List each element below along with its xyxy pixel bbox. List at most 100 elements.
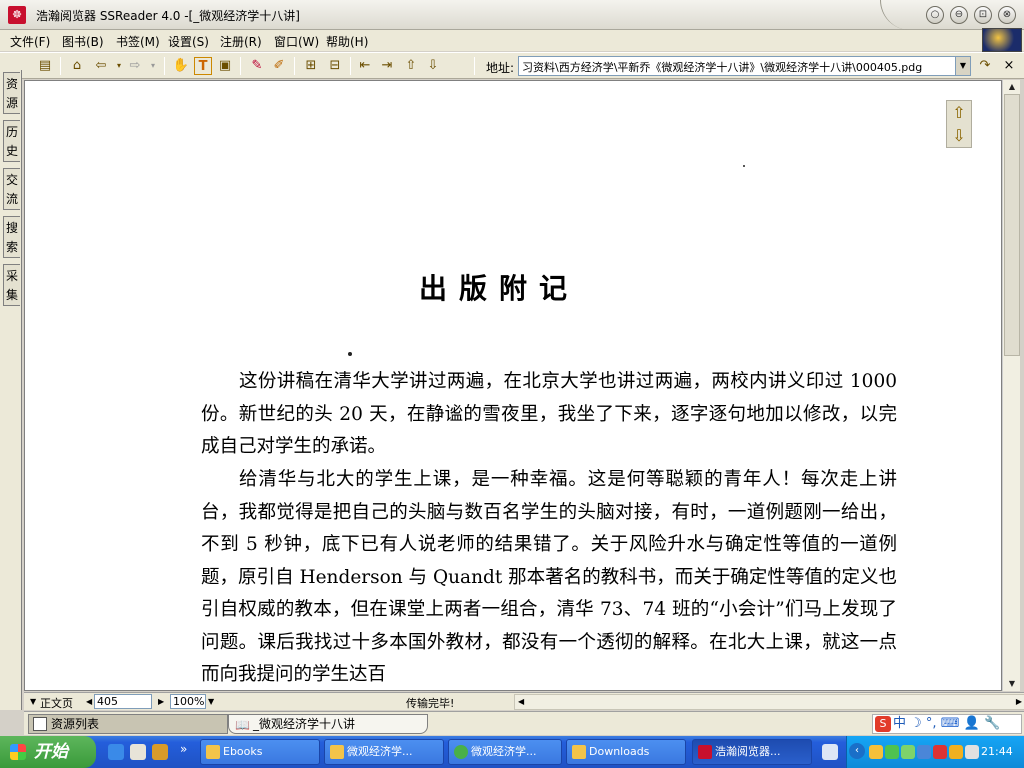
show-desktop-icon[interactable] xyxy=(130,744,146,760)
last-page-icon[interactable]: ⇥ xyxy=(378,57,396,75)
tab-book[interactable]: 📖 _微观经济学十八讲 xyxy=(228,714,428,734)
toolbar-separator xyxy=(164,57,165,75)
page-number-input[interactable]: 405 xyxy=(94,694,152,709)
taskbar-button-folder[interactable]: 微观经济学... xyxy=(324,739,444,765)
prev-page-icon[interactable]: ◀ xyxy=(86,697,92,706)
sidebar-tab-exchange[interactable]: 交流 xyxy=(3,168,20,210)
sidebar-tab-history[interactable]: 历史 xyxy=(3,120,20,162)
scroll-right-icon[interactable]: ▶ xyxy=(1016,697,1022,706)
sidebar-tab-collect[interactable]: 采集 xyxy=(3,264,20,306)
quicklaunch-app-icon[interactable] xyxy=(152,744,168,760)
quicklaunch-chevron-icon[interactable]: » xyxy=(180,742,187,756)
tray-expand-icon[interactable]: ‹ xyxy=(849,743,865,759)
page-down-arrow-icon[interactable]: ⇩ xyxy=(947,124,971,147)
tray-app-icon[interactable] xyxy=(933,745,947,759)
sidebar-tab-resources[interactable]: 资源 xyxy=(3,72,20,114)
scroll-left-icon[interactable]: ◀ xyxy=(518,697,524,706)
sidebar-tabs: 资源 历史 交流 搜索 采集 xyxy=(0,70,22,710)
maximize-button[interactable]: ⊡ xyxy=(974,6,992,24)
tab-resource-list[interactable]: 资源列表 xyxy=(28,714,228,734)
close-icon: ⊗ xyxy=(1002,9,1012,20)
toolbar-separator xyxy=(60,57,61,75)
zoom-dropdown-icon[interactable]: ▼ xyxy=(208,697,214,706)
keyboard-icon[interactable]: ⌨ xyxy=(941,716,960,731)
text-select-icon[interactable]: T xyxy=(194,57,212,75)
fit-page-icon[interactable]: ⊟ xyxy=(326,57,344,75)
fit-width-icon[interactable]: ⊞ xyxy=(302,57,320,75)
annotate-icon[interactable]: ✎ xyxy=(248,57,266,75)
sogou-ime-icon: S xyxy=(875,716,891,732)
go-icon[interactable]: ↷ xyxy=(976,57,994,75)
taskbar-button-ssreader[interactable]: 浩瀚阅览器... xyxy=(692,739,812,765)
hand-tool-icon[interactable]: ✋ xyxy=(172,57,190,75)
back-icon[interactable]: ⇦ xyxy=(92,57,110,75)
tray-app-icon[interactable] xyxy=(869,745,883,759)
page-up-icon[interactable]: ⇧ xyxy=(402,57,420,75)
folder-icon xyxy=(206,745,220,759)
taskbar-button-label: 微观经济学... xyxy=(471,745,537,758)
taskbar-button-downloads[interactable]: Downloads xyxy=(566,739,686,765)
contents-icon[interactable]: ▤ xyxy=(36,57,54,75)
menu-book[interactable]: 图书(B) xyxy=(62,33,104,50)
tray-app-icon[interactable] xyxy=(885,745,899,759)
ime-status: 中 ☽ °, xyxy=(893,716,937,731)
wrench-icon[interactable]: 🔧 xyxy=(984,716,1000,731)
maximize-icon: ⊡ xyxy=(978,9,988,20)
document-page[interactable]: 出版附记 这份讲稿在清华大学讲过两遍，在北京大学也讲过两遍，两校内讲义印过 10… xyxy=(24,80,1002,691)
taskbar-button-browser[interactable]: 微观经济学... xyxy=(448,739,562,765)
menu-help[interactable]: 帮助(H) xyxy=(326,33,368,50)
address-input[interactable]: 习资料\西方经济学\平新乔《微观经济学十八讲》\微观经济学十八讲\000405.… xyxy=(518,56,958,76)
address-dropdown-icon[interactable]: ▼ xyxy=(955,56,971,76)
toolbar-separator xyxy=(240,57,241,75)
zoom-select[interactable]: 100% xyxy=(170,694,206,709)
restore-button[interactable]: ⊖ xyxy=(950,6,968,24)
close-address-icon[interactable]: × xyxy=(1000,57,1018,75)
horizontal-scrollbar[interactable]: ◀ ▶ xyxy=(514,694,1024,710)
tray-volume-icon[interactable] xyxy=(965,745,979,759)
page-down-icon[interactable]: ⇩ xyxy=(424,57,442,75)
tray-security-icon[interactable] xyxy=(949,745,963,759)
scroll-thumb[interactable] xyxy=(1004,94,1020,356)
ime-toolbar[interactable]: S中 ☽ °, ⌨ 👤 🔧 xyxy=(872,714,1022,734)
tray-shield-icon[interactable] xyxy=(917,745,931,759)
input-language-icon[interactable] xyxy=(822,744,838,760)
page-up-arrow-icon[interactable]: ⇧ xyxy=(947,101,971,124)
minimize-button[interactable]: ○ xyxy=(926,6,944,24)
menu-bookmark[interactable]: 书签(M) xyxy=(116,33,160,50)
ssreader-app-icon[interactable]: ☸ xyxy=(8,6,26,24)
close-button[interactable]: ⊗ xyxy=(998,6,1016,24)
page-mode-dropdown-icon[interactable]: ▼ xyxy=(30,697,36,706)
forward-icon[interactable]: ⇨ xyxy=(126,57,144,75)
vertical-scrollbar[interactable]: ▲ ▼ xyxy=(1002,80,1020,691)
scroll-down-icon[interactable]: ▼ xyxy=(1004,677,1020,691)
tray-app-icon[interactable] xyxy=(901,745,915,759)
document-paragraph: 这份讲稿在清华大学讲过两遍，在北京大学也讲过两遍，两校内讲义印过 1000 份。… xyxy=(201,371,897,457)
taskbar-button-label: Ebooks xyxy=(223,745,263,758)
clock[interactable]: 21:44 xyxy=(981,745,1013,758)
start-button[interactable]: 开始 xyxy=(0,736,96,768)
highlighter-icon[interactable]: ✐ xyxy=(270,57,288,75)
sidebar-tab-search[interactable]: 搜索 xyxy=(3,216,20,258)
taskbar-button-label: 浩瀚阅览器... xyxy=(715,745,781,758)
ie-icon[interactable] xyxy=(108,744,124,760)
menu-window[interactable]: 窗口(W) xyxy=(274,33,319,50)
tab-book-label: _微观经济学十八讲 xyxy=(253,717,356,731)
region-select-icon[interactable]: ▣ xyxy=(216,57,234,75)
first-page-icon[interactable]: ⇤ xyxy=(356,57,374,75)
menu-settings[interactable]: 设置(S) xyxy=(168,33,209,50)
ssreader-icon xyxy=(698,745,712,759)
title-bar: ☸ 浩瀚阅览器 SSReader 4.0 -[_微观经济学十八讲] ○ ⊖ ⊡ … xyxy=(0,0,1024,30)
forward-dropdown-icon[interactable]: ▾ xyxy=(144,57,162,75)
menu-file[interactable]: 文件(F) xyxy=(10,33,50,50)
home-icon[interactable]: ⌂ xyxy=(68,57,86,75)
page-mode-select[interactable]: 正文页 xyxy=(40,695,73,711)
user-icon[interactable]: 👤 xyxy=(964,716,980,731)
browser-icon xyxy=(454,745,468,759)
next-page-icon[interactable]: ▶ xyxy=(158,697,164,706)
taskbar-button-ebooks[interactable]: Ebooks xyxy=(200,739,320,765)
page-speck xyxy=(743,165,745,167)
menu-register[interactable]: 注册(R) xyxy=(220,33,262,50)
address-label: 地址: xyxy=(486,61,515,75)
scroll-up-icon[interactable]: ▲ xyxy=(1004,80,1020,94)
status-row: ▼ 正文页 ◀ 405 ▶ 100% ▼ 传输完毕! ◀ ▶ xyxy=(24,692,1024,710)
